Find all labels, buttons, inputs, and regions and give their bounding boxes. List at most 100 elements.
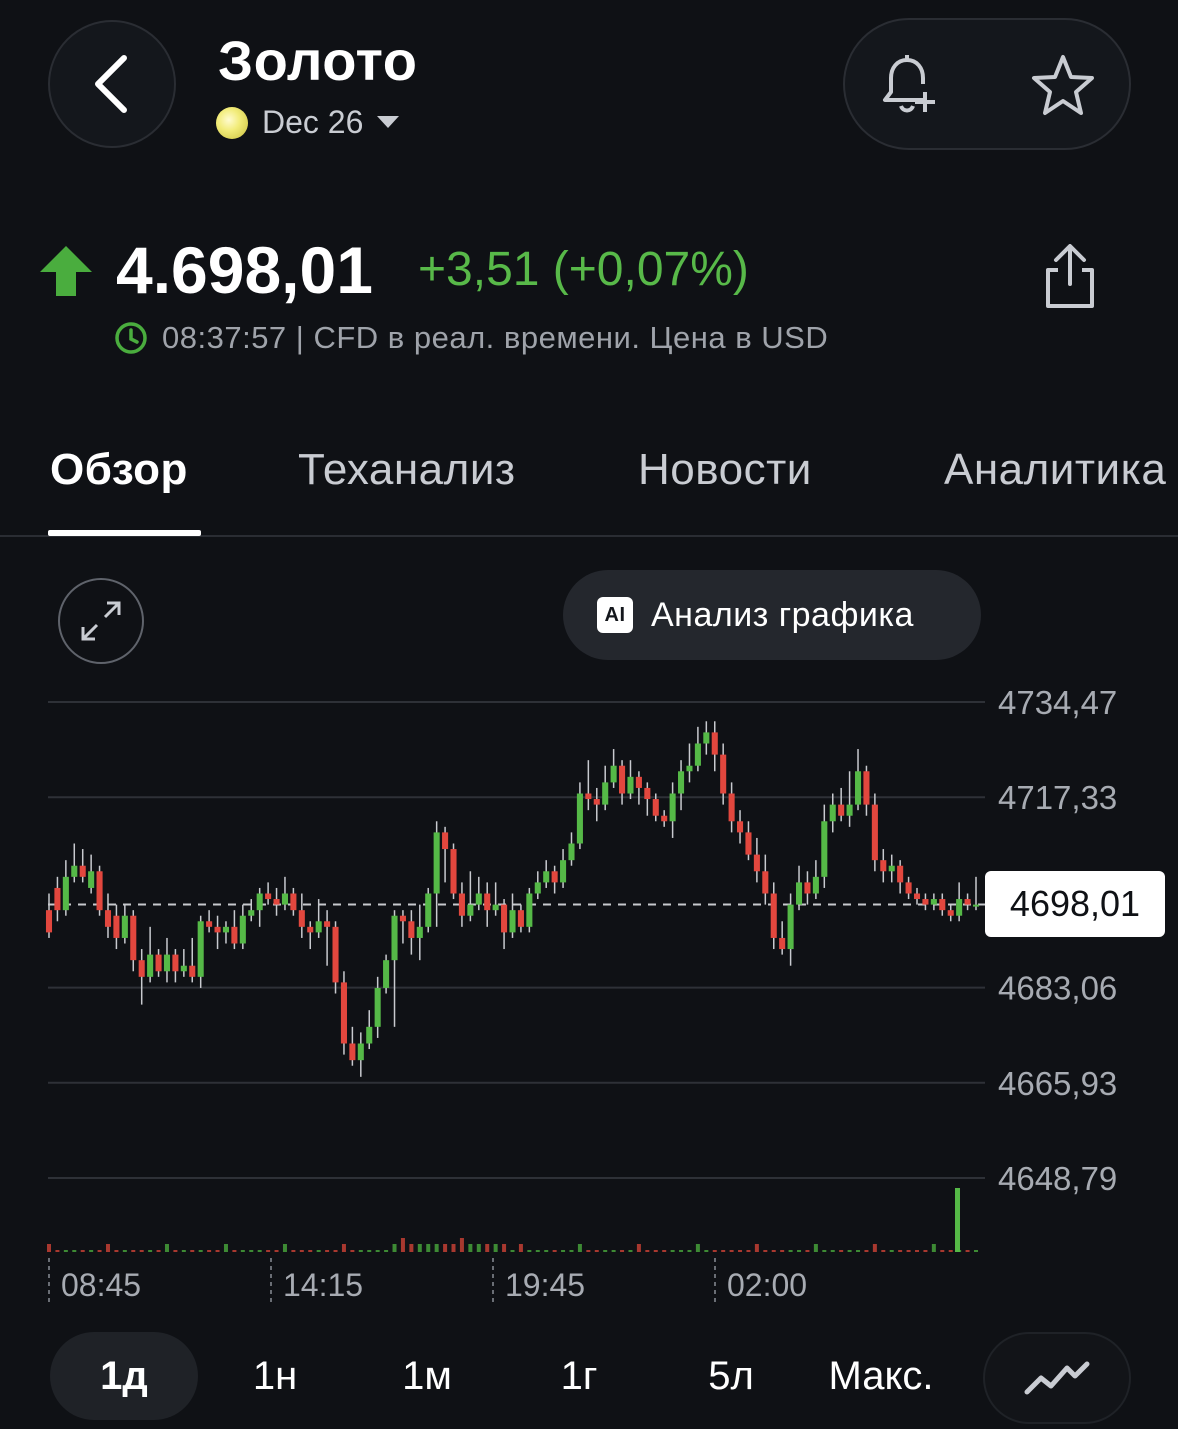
candle — [821, 804, 828, 888]
clock-icon — [115, 322, 147, 354]
volume-bar — [426, 1244, 431, 1252]
candle — [88, 854, 95, 894]
volume-bar — [552, 1250, 557, 1252]
contract-selector[interactable]: Dec 26 — [216, 104, 400, 141]
candle — [374, 976, 381, 1038]
candle — [770, 882, 777, 950]
volume-bar — [721, 1250, 726, 1252]
y-tick-label: 4683,06 — [998, 970, 1117, 1007]
back-button[interactable] — [48, 20, 176, 148]
expand-chart-button[interactable] — [58, 578, 144, 664]
candle — [694, 726, 701, 772]
candle — [762, 854, 769, 905]
instrument-title: Золото — [218, 29, 418, 92]
bell-plus-icon — [883, 55, 935, 113]
volume-bar — [679, 1250, 684, 1252]
candle — [281, 876, 288, 911]
candle — [492, 882, 499, 916]
candle — [484, 882, 491, 927]
candle — [307, 921, 314, 950]
timeframe-1d[interactable]: 1д — [50, 1332, 198, 1420]
candle — [155, 949, 162, 977]
timeframe-1w[interactable]: 1н — [200, 1332, 350, 1420]
volume-bar — [670, 1250, 675, 1252]
volume-bar — [384, 1250, 389, 1252]
volume-bar — [839, 1250, 844, 1252]
candle — [298, 893, 305, 938]
candle — [265, 882, 272, 905]
candle — [846, 771, 853, 827]
tab-technical[interactable]: Теханализ — [298, 445, 516, 495]
candle — [737, 810, 744, 844]
timeframe-1m[interactable]: 1м — [352, 1332, 502, 1420]
volume-bar — [788, 1250, 793, 1252]
volume-bar — [561, 1250, 566, 1252]
candle — [964, 893, 971, 911]
price-chart[interactable]: 4734,47 4717,33 4683,06 4665,93 4648,79 08:4… — [0, 680, 1178, 1320]
chart-type-button[interactable] — [983, 1332, 1131, 1424]
candle — [189, 937, 196, 983]
candle — [290, 887, 297, 916]
y-tick-label: 4717,33 — [998, 779, 1117, 816]
x-axis: 08:45 14:15 19:45 02:00 — [48, 1258, 807, 1303]
volume-bar — [746, 1250, 751, 1252]
ai-badge-text: AI — [604, 603, 626, 626]
ai-button-label: Анализ графика — [651, 595, 914, 634]
volume-bar — [653, 1250, 658, 1252]
volume-bar — [417, 1244, 422, 1252]
candle — [501, 899, 508, 950]
candle — [172, 949, 179, 983]
share-button[interactable] — [1040, 244, 1100, 315]
volume-bar — [923, 1250, 928, 1252]
tab-overview[interactable]: Обзор — [50, 445, 188, 495]
volume-bar — [274, 1250, 279, 1252]
timeframe-5y[interactable]: 5л — [656, 1332, 806, 1420]
candle — [54, 876, 61, 922]
candle — [180, 949, 187, 977]
volume-bar — [291, 1250, 296, 1252]
gold-coin-icon — [216, 106, 248, 139]
x-tick-label: 19:45 — [505, 1267, 585, 1303]
candle — [197, 915, 204, 988]
candle — [720, 743, 727, 805]
volume-bar — [830, 1250, 835, 1252]
candle — [602, 765, 609, 811]
volume-bar — [249, 1250, 254, 1252]
ai-chart-analysis-button[interactable]: AI Анализ графика — [563, 570, 981, 660]
volume-bar — [738, 1250, 743, 1252]
timeframe-max[interactable]: Макс. — [806, 1332, 956, 1420]
volume-bar — [915, 1250, 920, 1252]
candle — [138, 949, 145, 1005]
candle — [206, 910, 213, 933]
volume-bar — [569, 1250, 574, 1252]
x-tick-label: 08:45 — [61, 1267, 141, 1303]
y-axis: 4734,47 4717,33 4683,06 4665,93 4648,79 — [998, 684, 1117, 1197]
candle — [104, 893, 112, 938]
candle — [913, 887, 921, 905]
candle — [248, 899, 255, 922]
volume-bar — [105, 1244, 110, 1252]
watchlist-button[interactable] — [1023, 46, 1103, 126]
volume-bar — [266, 1250, 271, 1252]
volume-bar — [535, 1250, 540, 1252]
candle — [854, 749, 862, 811]
line-chart-icon — [1024, 1361, 1090, 1395]
volume-bar — [325, 1250, 330, 1252]
tab-news[interactable]: Новости — [638, 445, 812, 495]
timeframe-1y[interactable]: 1г — [504, 1332, 654, 1420]
candle — [610, 749, 617, 788]
volume-bar — [898, 1250, 903, 1252]
volume-bar — [974, 1250, 978, 1252]
volume-bar — [148, 1250, 153, 1252]
volume-bar — [518, 1244, 523, 1252]
tab-analytics[interactable]: Аналитика — [944, 445, 1166, 495]
volume-bar — [434, 1244, 439, 1252]
add-alert-button[interactable] — [871, 46, 951, 126]
volume-bar — [80, 1250, 85, 1252]
volume-bar — [89, 1250, 94, 1252]
volume-bar — [156, 1250, 161, 1252]
candle — [897, 860, 904, 894]
candle — [450, 843, 457, 900]
volume-bar — [636, 1244, 641, 1252]
volume-bar — [164, 1244, 169, 1252]
